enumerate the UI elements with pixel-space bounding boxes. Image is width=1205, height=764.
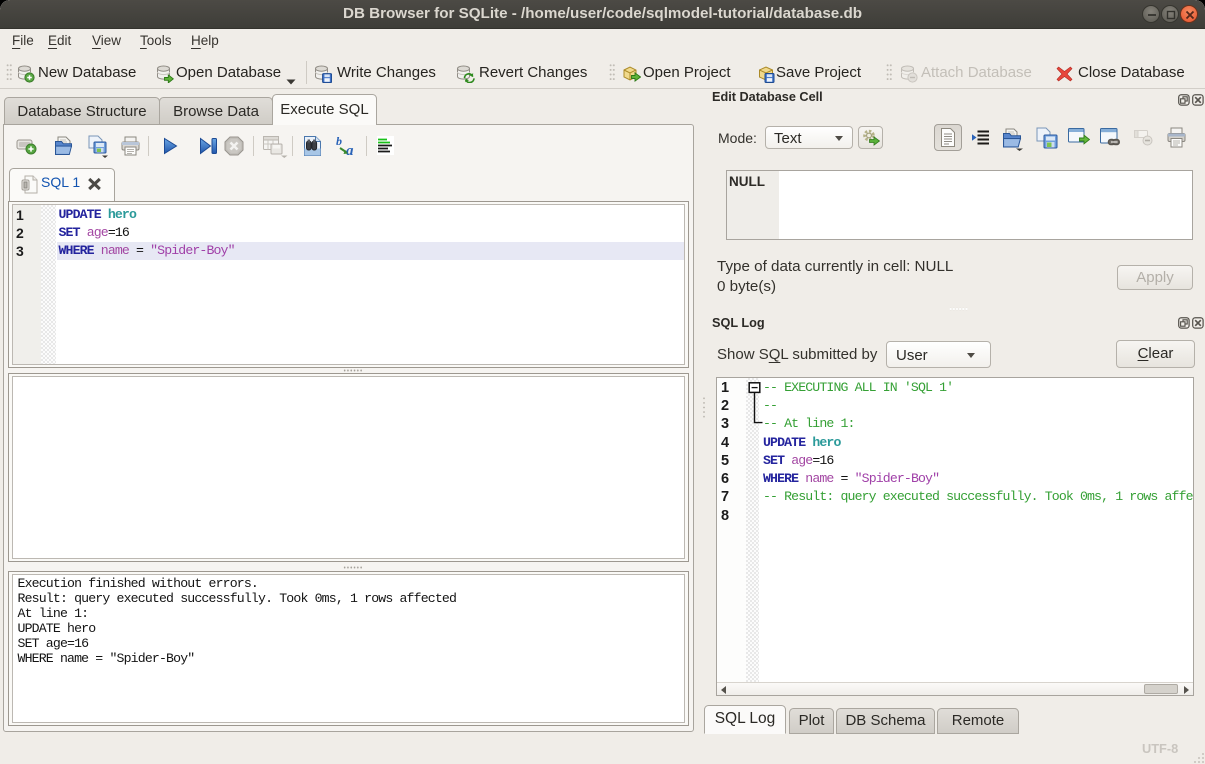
- svg-text:a: a: [346, 143, 354, 157]
- svg-text:b: b: [336, 135, 342, 148]
